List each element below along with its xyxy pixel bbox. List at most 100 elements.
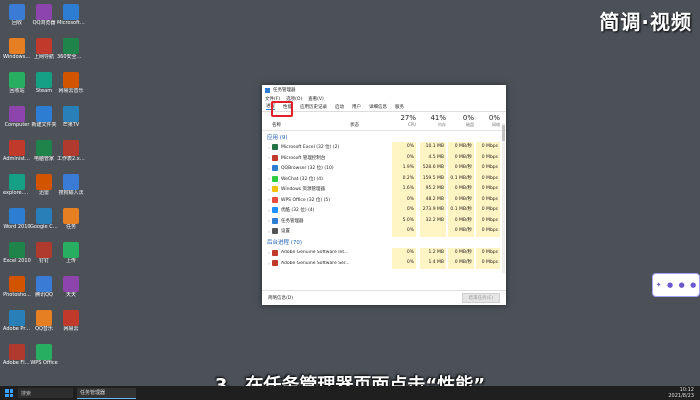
desktop-icon-label: 钉钉 [38,258,49,264]
desktop-icon[interactable]: Word 2010 [3,208,31,230]
desktop-icon[interactable]: 钉钉 [30,242,58,264]
desktop-icon[interactable]: Steam [30,72,58,94]
process-disk-value: 0 MB/秒 [448,184,474,195]
desktop-icon[interactable]: 迅雷 [30,174,58,196]
process-net-value: 0 Mbps [476,258,500,269]
desktop-icon[interactable]: Computer [3,106,31,128]
desktop-icon-label: 上网导航 [33,54,54,60]
desktop-icon[interactable]: Microsoft Edge [57,4,85,26]
process-row[interactable]: › QQBrowser (32 位) (10) 1.9% 528.6 MB 0 MB/秒… [262,163,506,174]
col-memory[interactable]: 41% 内存 [420,114,446,128]
memory-pct: 41% [430,114,446,122]
fewer-details-link[interactable]: 简略信息(D) [268,295,293,301]
scrollbar-thumb[interactable] [502,125,505,141]
process-icon [272,249,278,256]
process-disk-value: 0 MB/秒 [448,215,474,226]
desktop-icon[interactable]: Adobe Flash Profession... [3,344,31,366]
tab-app-history[interactable]: 应用历史记录 [300,104,327,110]
process-net-value: 0 Mbps [476,205,500,216]
desktop-icon-label: 360安全浏览器 [57,54,85,60]
title-bar[interactable]: 任务管理器 [262,85,506,95]
tab-startup[interactable]: 启动 [335,104,344,110]
desktop-icon[interactable]: 网易云音乐 [57,72,85,94]
taskbar-search[interactable]: 搜索 [18,388,73,398]
col-disk[interactable]: 0% 磁盘 [448,114,474,128]
floating-toolbar-icon[interactable]: ● [679,281,685,289]
menu-bar: 文件(F) 选项(O) 查看(V) [262,95,506,102]
task-manager-window[interactable]: 任务管理器 文件(F) 选项(O) 查看(V) 进程 性能 应用历史记录 启动 … [262,85,506,305]
col-status[interactable]: 状态 [350,122,359,128]
process-row[interactable]: › 设置 0% 0 MB/秒 0 Mbps [262,226,506,237]
tab-details[interactable]: 详细信息 [369,104,387,110]
process-name: Microsoft Excel (32 位) (2) [281,145,340,151]
desktop-icon-label: Google Chrome [30,224,58,230]
desktop-icon-label: explore.exe [3,190,31,196]
desktop-icon-label: 回收站 [9,88,25,94]
desktop-icon[interactable]: 电脑管家 [30,140,58,162]
desktop-icon-label: 网易云 [63,326,79,332]
desktop-icon[interactable]: QQ浏览器 [30,4,58,26]
floating-toolbar-icon[interactable]: ● [667,281,673,289]
desktop-icon[interactable]: Excel 2010 [3,242,31,264]
scrollbar[interactable] [502,123,505,273]
app-icon [9,72,25,88]
desktop-icon[interactable]: 回收 [3,4,31,26]
desktop-icon[interactable]: Windows Settings [3,38,31,60]
process-icon [272,144,278,151]
tab-services[interactable]: 服务 [395,104,404,110]
process-row[interactable]: › WPS Office (32 位) (5) 0% 48.2 MB 0 MB/秒 0 M… [262,194,506,205]
app-icon [9,4,25,20]
process-row[interactable]: › Adobe Genuine Software Int... 0% 1.2 MB 0 … [262,247,506,258]
process-net-value: 0 Mbps [476,152,500,163]
desktop-icon[interactable]: 回收站 [3,72,31,94]
process-row[interactable]: › 任务管理器 5.0% 32.2 MB 0 MB/秒 0 Mbps [262,215,506,226]
app-icon [36,72,52,88]
floating-toolbar-icon[interactable]: ● [690,281,696,289]
process-row[interactable]: › Microsoft Excel (32 位) (2) 0% 10.1 MB 0 MB… [262,142,506,153]
process-row[interactable]: › Adobe Genuine Software Ser... 0% 1.4 MB 0 … [262,258,506,269]
app-icon [9,310,25,326]
desktop-icon[interactable]: 360安全浏览器 [57,38,85,60]
col-cpu[interactable]: 27% CPU [392,114,416,127]
desktop-icon[interactable]: 芒果TV [57,106,85,128]
desktop-icon[interactable]: Photosho... [3,276,31,298]
system-clock[interactable]: 10:12 2021/8/23 [668,387,694,399]
desktop-icon[interactable]: 任务 [57,208,85,230]
desktop-icon[interactable]: 搜狗输入法 [57,174,85,196]
process-net-value: 0 Mbps [476,184,500,195]
process-net-value: 0 Mbps [476,163,500,174]
windows-start-icon[interactable] [5,389,13,397]
process-disk-value: 0 MB/秒 [448,247,474,258]
desktop-icon[interactable]: 上传 [57,242,85,264]
floating-toolbar-icon[interactable]: ✦ [656,281,662,289]
app-icon [63,174,79,190]
process-row[interactable]: › Microsoft 管理控制台 0% 4.5 MB 0 MB/秒 0 Mbps [262,152,506,163]
process-name: Adobe Genuine Software Ser... [281,260,350,266]
desktop-icon[interactable]: Administr... [3,140,31,162]
desktop-icon[interactable]: 上网导航 [30,38,58,60]
process-row[interactable]: › WeChat (32 位) (4) 0.2% 159.5 MB 0.1 MB/秒 0 … [262,173,506,184]
process-net-value: 0 Mbps [476,215,500,226]
process-mem-value: 1.4 MB [420,258,446,269]
desktop-icon[interactable]: 工作表2.xlsx [57,140,85,162]
tab-users[interactable]: 用户 [352,104,361,110]
desktop-icon[interactable]: Google Chrome [30,208,58,230]
desktop-icon[interactable]: QQ音乐 [30,310,58,332]
desktop-icon[interactable]: Adobe Premi... [3,310,31,332]
process-cpu-value: 5.0% [392,215,416,226]
col-network[interactable]: 0% 网络 [476,114,500,128]
desktop-icon[interactable]: explore.exe [3,174,31,196]
process-row[interactable]: › Windows 资源管理器 1.6% 95.2 MB 0 MB/秒 0 Mbps [262,184,506,195]
col-name[interactable]: 名称 [272,122,281,128]
process-row[interactable]: › 优酷 (32 位) (4) 0% 273.9 MB 0.1 MB/秒 0 Mbps [262,205,506,216]
taskbar-app-task-manager[interactable]: 任务管理器 [77,387,136,399]
process-name: 任务管理器 [281,218,304,224]
desktop-icon[interactable]: 网易云 [57,310,85,332]
floating-toolbar[interactable]: ✦ ● ● ● [652,273,700,297]
end-task-button[interactable]: 结束任务(E) [461,293,500,303]
desktop-icon[interactable]: 腾讯QQ [30,276,58,298]
desktop-icon[interactable]: WPS Office [30,344,58,366]
desktop-icon[interactable]: 天天 [57,276,85,298]
desktop-icon[interactable]: 新建文件夹 [30,106,58,128]
menu-view[interactable]: 查看(V) [308,96,324,102]
